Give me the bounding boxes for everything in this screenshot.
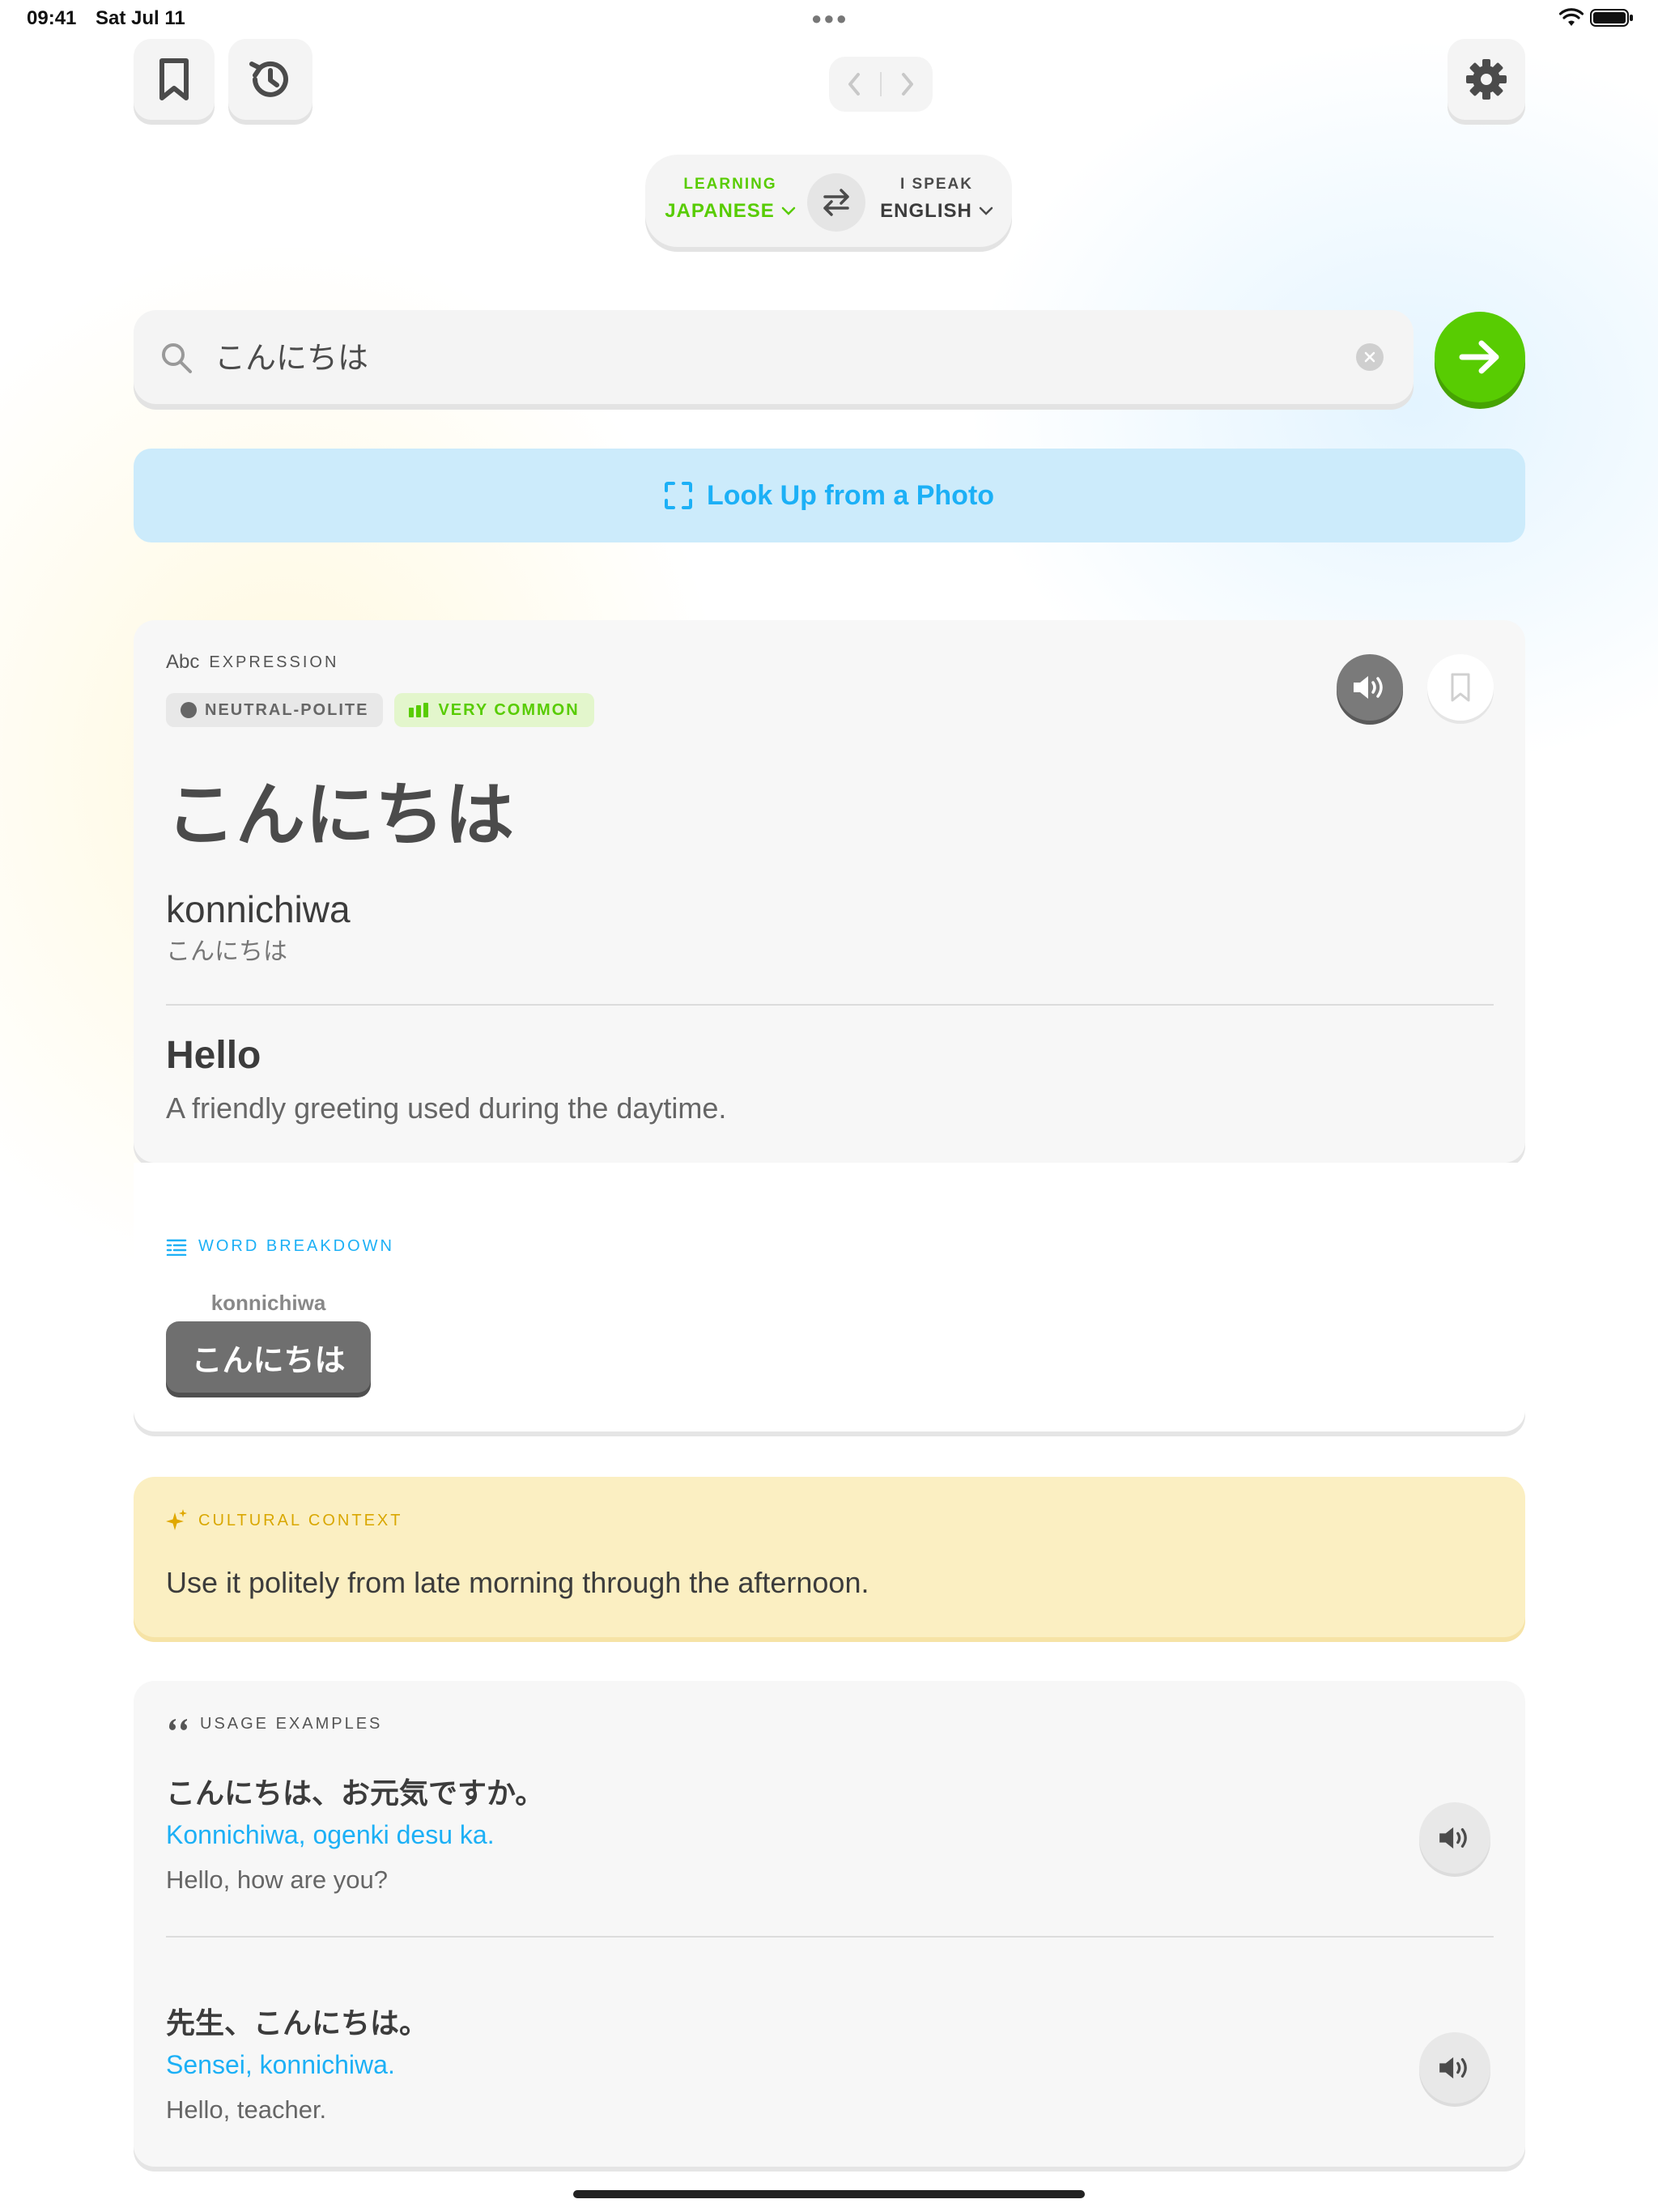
example-item: 先生、こんにちは。 Sensei, konnichiwa. Hello, tea… [166, 2000, 1494, 2162]
quote-icon [169, 1718, 187, 1730]
dot-icon [181, 702, 197, 718]
example-japanese: 先生、こんにちは。 [166, 2007, 429, 2040]
clear-search-button[interactable] [1356, 343, 1384, 371]
status-time: 09:41 [27, 7, 77, 29]
example-divider [166, 1936, 1494, 1938]
nav-back-icon[interactable] [847, 72, 861, 96]
word-breakdown-label: WORD BREAKDOWN [198, 1237, 394, 1255]
saved-words-button[interactable] [134, 39, 215, 120]
speak-label: I SPEAK [899, 176, 974, 193]
romaji-reading: konnichiwa [166, 888, 351, 930]
word-breakdown-card: WORD BREAKDOWN konnichiwa こんにちは [134, 1163, 1525, 1431]
usage-examples-label: USAGE EXAMPLES [200, 1715, 383, 1733]
bookmark-icon [1451, 673, 1470, 702]
frequency-bars-icon [409, 703, 429, 717]
speaker-icon [1354, 676, 1383, 699]
cultural-context-label: CULTURAL CONTEXT [198, 1511, 403, 1529]
search-icon [162, 343, 192, 373]
swap-arrows-icon [823, 189, 849, 216]
breakdown-chip[interactable]: こんにちは [166, 1321, 371, 1393]
photo-lookup-label: Look Up from a Photo [706, 479, 995, 511]
wifi-icon [1559, 8, 1584, 26]
example-romaji: Konnichiwa, ogenki desu ka. [166, 1820, 495, 1849]
battery-icon [1590, 9, 1633, 27]
example-item: こんにちは、お元気ですか。 Konnichiwa, ogenki desu ka… [166, 1770, 1494, 1948]
kana-reading: こんにちは [166, 938, 287, 966]
speaker-icon [1439, 1827, 1467, 1849]
expression-type-icon: Abc [166, 651, 200, 673]
search-bar [134, 310, 1414, 404]
search-submit-button[interactable] [1435, 312, 1525, 402]
chevron-down-icon [979, 206, 993, 215]
sparkle-icon [166, 1509, 187, 1530]
learning-label: LEARNING [683, 176, 777, 193]
list-icon [166, 1239, 187, 1256]
native-language-value: ENGLISH [880, 200, 972, 222]
register-text: NEUTRAL-POLITE [205, 700, 369, 719]
language-switcher: LEARNING JAPANESE I SPEAK ENGLISH [645, 155, 1012, 247]
nav-forward-icon[interactable] [900, 72, 915, 96]
meaning: Hello [166, 1034, 261, 1077]
headword: こんにちは [166, 775, 514, 856]
scan-frame-icon [664, 482, 692, 509]
example-japanese: こんにちは、お元気ですか。 [166, 1777, 545, 1810]
entry-divider [166, 1004, 1494, 1006]
usage-examples-card: USAGE EXAMPLES こんにちは、お元気ですか。 Konnichiwa,… [134, 1681, 1525, 2167]
register-badge: NEUTRAL-POLITE [166, 693, 384, 727]
arrow-right-icon [1459, 340, 1499, 374]
photo-lookup-button[interactable]: Look Up from a Photo [134, 449, 1525, 542]
bookmark-icon [159, 58, 189, 100]
example-audio-button[interactable] [1419, 1802, 1490, 1874]
entry-type-label: EXPRESSION [209, 653, 339, 671]
cultural-context-text: Use it politely from late morning throug… [166, 1566, 869, 1599]
history-icon [249, 61, 288, 97]
example-english: Hello, how are you? [166, 1865, 388, 1894]
history-navigation [829, 57, 933, 112]
nav-divider [880, 72, 882, 96]
frequency-text: VERY COMMON [438, 700, 580, 719]
learning-language-value: JAPANESE [665, 200, 775, 222]
close-icon [1364, 351, 1375, 363]
speaker-icon [1439, 2057, 1467, 2079]
swap-languages-button[interactable] [807, 173, 865, 232]
definition: A friendly greeting used during the dayt… [166, 1091, 727, 1125]
settings-button[interactable] [1448, 39, 1525, 120]
native-language-selector[interactable]: I SPEAK ENGLISH [872, 176, 1001, 223]
example-romaji: Sensei, konnichiwa. [166, 2050, 395, 2079]
frequency-badge: VERY COMMON [394, 693, 594, 727]
home-indicator[interactable] [573, 2190, 1085, 2198]
example-english: Hello, teacher. [166, 2095, 327, 2124]
status-date: Sat Jul 11 [96, 7, 185, 29]
cultural-context-card: CULTURAL CONTEXT Use it politely from la… [134, 1477, 1525, 1637]
multitasking-dots-icon[interactable]: ●●● [811, 8, 848, 29]
play-audio-button[interactable] [1337, 654, 1403, 721]
example-audio-button[interactable] [1419, 2032, 1490, 2104]
search-input[interactable] [215, 326, 1332, 383]
gear-icon [1466, 59, 1507, 100]
learning-language-selector[interactable]: LEARNING JAPANESE [661, 176, 799, 223]
chip-reading: konnichiwa [210, 1291, 326, 1315]
save-word-button[interactable] [1427, 654, 1494, 721]
chevron-down-icon [781, 206, 796, 215]
history-button[interactable] [228, 39, 312, 120]
entry-card: Abc EXPRESSION NEUTRAL-POLITE VERY COMMO… [134, 620, 1525, 1163]
